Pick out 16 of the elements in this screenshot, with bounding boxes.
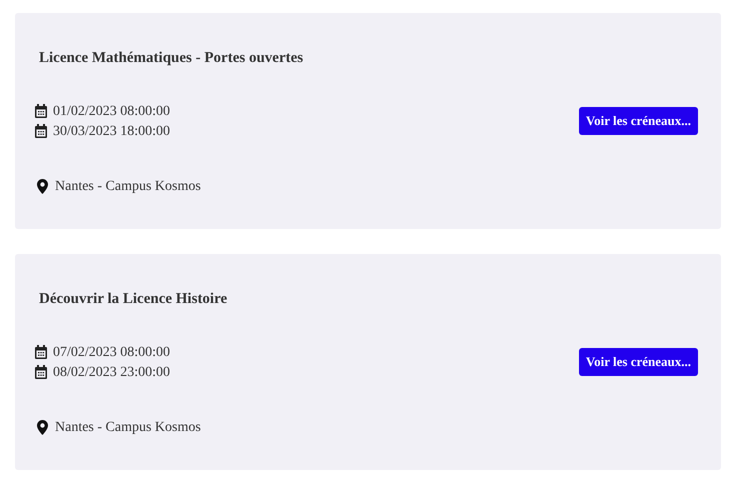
calendar-icon [35, 345, 47, 359]
map-pin-icon [37, 179, 48, 194]
calendar-icon [35, 124, 47, 138]
event-title: Découvrir la Licence Histoire [38, 290, 228, 309]
start-date: 01/02/2023 08:00:00 [53, 102, 170, 120]
view-slots-button[interactable]: Voir les créneaux... [578, 107, 698, 135]
calendar-icon [35, 365, 47, 379]
calendar-icon [35, 104, 47, 118]
event-location: Nantes - Campus Kosmos [55, 419, 201, 437]
event-title: Licence Mathématiques - Portes ouvertes [38, 49, 304, 68]
end-date: 30/03/2023 18:00:00 [53, 122, 170, 140]
event-location: Nantes - Campus Kosmos [55, 178, 201, 196]
map-pin-icon [37, 420, 48, 435]
start-date: 07/02/2023 08:00:00 [53, 344, 170, 362]
view-slots-button[interactable]: Voir les créneaux... [578, 348, 698, 376]
end-date: 08/02/2023 23:00:00 [53, 364, 170, 382]
